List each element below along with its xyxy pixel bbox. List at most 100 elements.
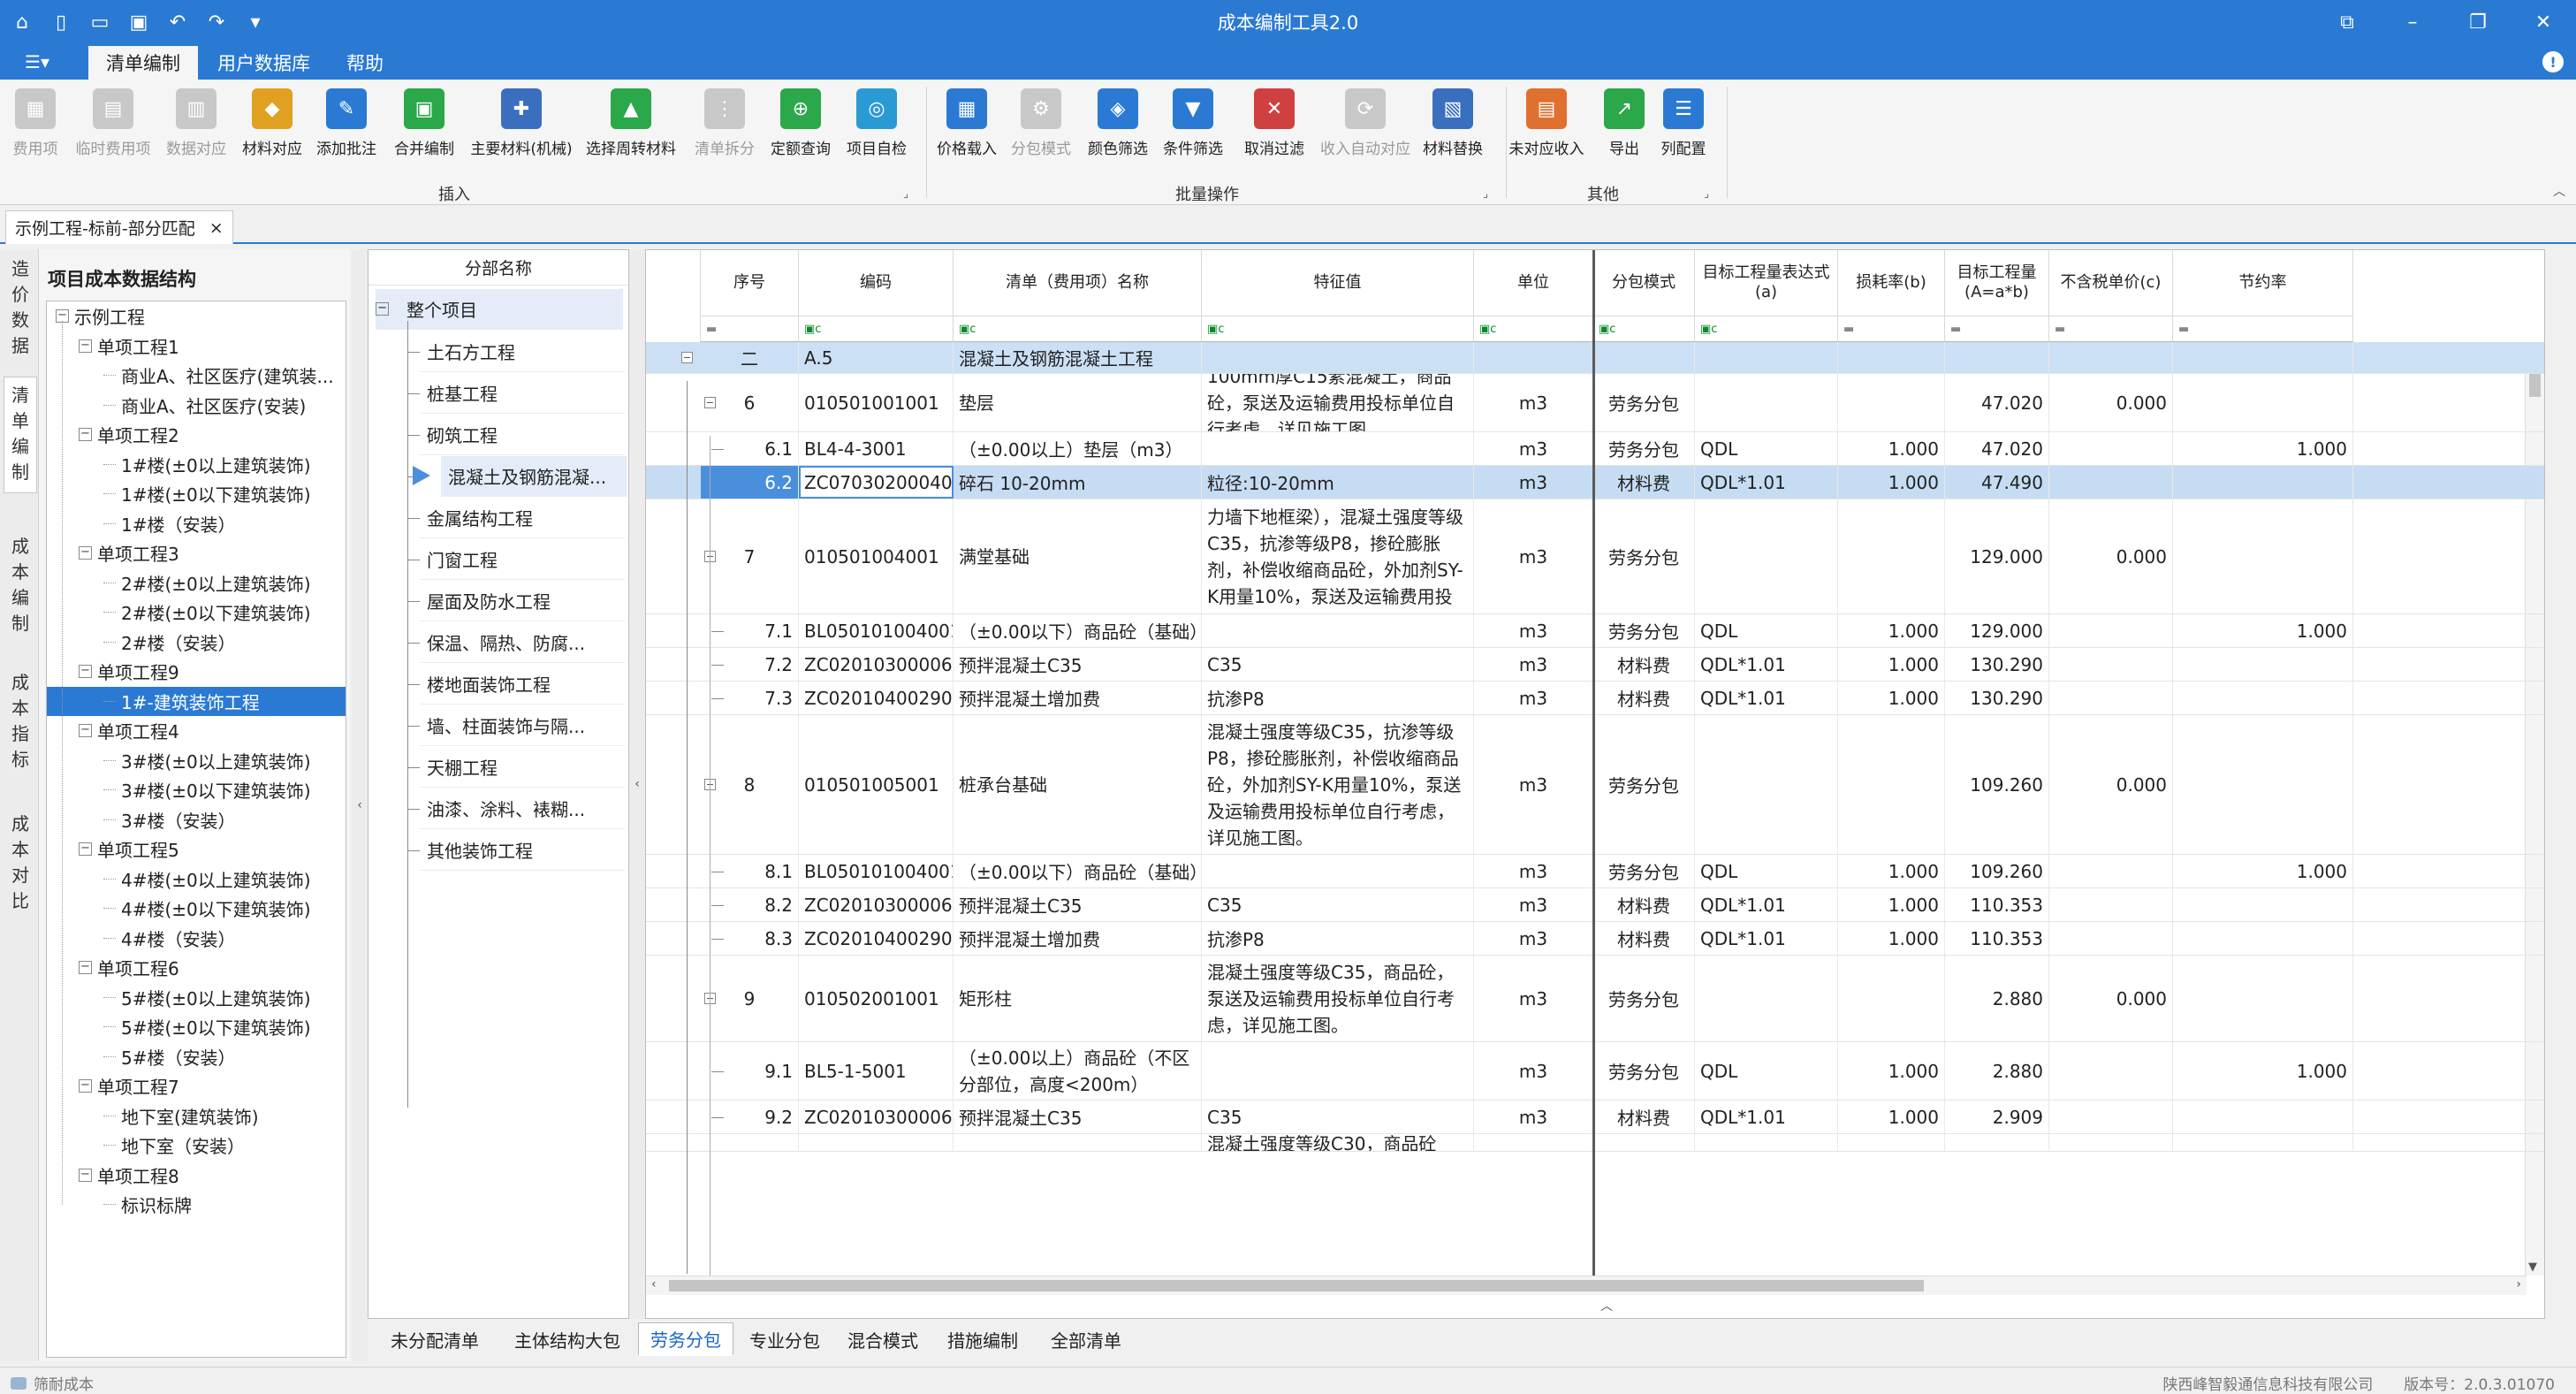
column-header-name[interactable]: 清单（费用项）名称: [954, 250, 1202, 316]
cell-price[interactable]: [2049, 682, 2173, 714]
filter-cell-seq[interactable]: ▬: [701, 316, 799, 342]
section-collapse-icon[interactable]: −: [376, 302, 389, 316]
section-item[interactable]: 门窗工程: [420, 539, 625, 580]
cell-unit[interactable]: m3: [1474, 374, 1593, 431]
column-header-unit[interactable]: 单位: [1474, 250, 1593, 316]
tab-help[interactable]: 帮助: [329, 46, 401, 80]
cell-target[interactable]: 110.353: [1945, 922, 2049, 955]
column-header-code[interactable]: 编码: [799, 250, 954, 316]
cell-name[interactable]: （±0.00以上）商品砼（不区分部位，高度<200m）: [954, 1042, 1202, 1100]
cell-code[interactable]: ZC020104002900...: [799, 682, 954, 714]
cell-save[interactable]: [2173, 374, 2353, 431]
cell-expr[interactable]: QDL: [1695, 432, 1838, 465]
cell-feature[interactable]: 粒径:10-20mm: [1202, 466, 1474, 499]
cell-save[interactable]: [2173, 682, 2353, 714]
cell-price[interactable]: 0.000: [2049, 499, 2173, 613]
cell-save[interactable]: [2173, 466, 2353, 499]
cell-price[interactable]: [2049, 432, 2173, 465]
tree-node[interactable]: − 单项工程5: [79, 834, 179, 864]
cell-unit[interactable]: m3: [1474, 614, 1593, 647]
tree-node[interactable]: − 单项工程8: [79, 1161, 179, 1190]
cell-expr[interactable]: [1695, 956, 1838, 1041]
section-item[interactable]: 砌筑工程: [420, 415, 625, 455]
table-row[interactable]: 6.1 BL4-4-3001 （±0.00以上）垫层（m3） m3 劳务分包 QDL 1.0…: [646, 432, 2544, 466]
cell-expr[interactable]: QDL*1.01: [1695, 888, 1838, 921]
cell-mode[interactable]: 材料费: [1593, 888, 1695, 921]
cell-expr[interactable]: QDL: [1695, 1042, 1838, 1100]
cell-target[interactable]: 110.353: [1945, 888, 2049, 921]
cell-seq[interactable]: 8: [701, 715, 799, 854]
cell-code[interactable]: BL050101004001: [799, 855, 954, 887]
cell-save[interactable]: [2173, 499, 2353, 613]
row-collapse-icon[interactable]: −: [681, 352, 693, 363]
cell-name[interactable]: 预拌混凝土增加费: [954, 682, 1202, 714]
cell-target[interactable]: 129.000: [1945, 614, 2049, 647]
ribbon-button-0-7[interactable]: ▲ 选择周转材料: [578, 85, 684, 173]
tree-node[interactable]: 3#楼(±0以上建筑装饰): [103, 746, 311, 775]
section-item[interactable]: 土石方工程: [420, 331, 625, 372]
cell-unit[interactable]: m3: [1474, 922, 1593, 955]
section-item[interactable]: 混凝土及钢筋混凝...: [441, 456, 627, 497]
cell-seq[interactable]: 7: [701, 499, 799, 613]
cell-feature[interactable]: 抗渗P8: [1202, 922, 1474, 955]
cell-name[interactable]: 预拌混凝土增加费: [954, 922, 1202, 955]
cell-loss[interactable]: 1.000: [1838, 682, 1945, 714]
cell-target[interactable]: [1945, 1134, 2049, 1151]
tree-collapse-icon[interactable]: −: [79, 665, 92, 678]
table-row[interactable]: −7010501004001满堂基础满堂基础（含筏板、基础梁、剪力墙下地框梁），…: [646, 499, 2544, 614]
tree-node[interactable]: 1#楼（安装）: [103, 509, 235, 538]
cell-mode[interactable]: 劳务分包: [1593, 614, 1695, 647]
cell-unit[interactable]: m3: [1474, 715, 1593, 854]
cell-seq[interactable]: [701, 1134, 799, 1151]
bottom-tab-1[interactable]: 主体结构大包: [500, 1322, 635, 1356]
cell-mode[interactable]: 材料费: [1593, 1101, 1695, 1133]
cell-mode[interactable]: 材料费: [1593, 648, 1695, 681]
tree-node[interactable]: − 单项工程6: [79, 953, 179, 982]
ribbon-button-1-4[interactable]: ✕ 取消过滤: [1221, 85, 1327, 173]
tree-collapse-icon[interactable]: −: [79, 961, 92, 974]
tree-node[interactable]: − 单项工程2: [79, 420, 179, 449]
cell-price[interactable]: [2049, 1101, 2173, 1133]
cell-seq[interactable]: 7.2: [701, 648, 799, 681]
cell-loss[interactable]: 1.000: [1838, 614, 1945, 647]
table-row[interactable]: −6 010501001001 垫层 100mm厚C15素混凝土，商品砼，泵送及运输费…: [646, 374, 2544, 432]
section-item[interactable]: 屋面及防水工程: [420, 581, 625, 621]
cell-save[interactable]: [2173, 922, 2353, 955]
cell-target[interactable]: 109.260: [1945, 715, 2049, 854]
cell-save[interactable]: [2173, 342, 2353, 373]
cell-loss[interactable]: 1.000: [1838, 922, 1945, 955]
cell-name[interactable]: （±0.00以上）垫层（m3）: [954, 432, 1202, 465]
cell-mode[interactable]: 材料费: [1593, 922, 1695, 955]
cell-loss[interactable]: [1838, 956, 1945, 1041]
cell-price[interactable]: [2049, 614, 2173, 647]
cell-expr[interactable]: QDL*1.01: [1695, 1101, 1838, 1133]
cell-name[interactable]: 预拌混凝土C35: [954, 888, 1202, 921]
cell-unit[interactable]: m3: [1474, 855, 1593, 887]
tree-node[interactable]: 商业A、社区医疗(安装): [103, 391, 306, 420]
column-header-mode[interactable]: 分包模式: [1593, 250, 1695, 316]
cell-unit[interactable]: m3: [1474, 432, 1593, 465]
cell-loss[interactable]: [1838, 715, 1945, 854]
cell-mode[interactable]: 劳务分包: [1593, 374, 1695, 431]
column-header-target[interactable]: 目标工程量 (A=a*b): [1945, 250, 2049, 316]
cell-unit[interactable]: m3: [1474, 682, 1593, 714]
cell-name[interactable]: 垫层: [954, 374, 1202, 431]
side-tab-1[interactable]: 清单编制: [4, 377, 37, 493]
cell-target[interactable]: 130.290: [1945, 682, 2049, 714]
filter-cell-unit[interactable]: ▣c: [1474, 316, 1593, 342]
cell-feature[interactable]: 混凝土强度等级C35，抗渗等级P8，掺砼膨胀剂，补偿收缩商品砼，外加剂SY-K用…: [1202, 715, 1474, 854]
bottom-tab-6[interactable]: 全部清单: [1036, 1322, 1136, 1356]
cell-name[interactable]: 预拌混凝土C35: [954, 648, 1202, 681]
ribbon-dialog-launcher-icon[interactable]: ⌟: [1483, 187, 1488, 201]
filter-cell-code[interactable]: ▣c: [799, 316, 954, 342]
cell-seq[interactable]: 6: [701, 374, 799, 431]
table-row[interactable]: 8.1 BL050101004001 （±0.00以下）商品砼（基础） m3 劳务分包 Q…: [646, 855, 2544, 888]
cell-target[interactable]: 2.909: [1945, 1101, 2049, 1133]
app-menu-button[interactable]: ☰▾: [11, 48, 64, 76]
table-row[interactable]: 7.1 BL050101004001 （±0.00以下）商品砼（基础） m3 劳务分包 Q…: [646, 614, 2544, 648]
cell-feature[interactable]: [1202, 1042, 1474, 1100]
cell-unit[interactable]: m3: [1474, 499, 1593, 613]
column-header-price[interactable]: 不含税单价(c): [2049, 250, 2173, 316]
cell-save[interactable]: 1.000: [2173, 432, 2353, 465]
cell-save[interactable]: 1.000: [2173, 614, 2353, 647]
